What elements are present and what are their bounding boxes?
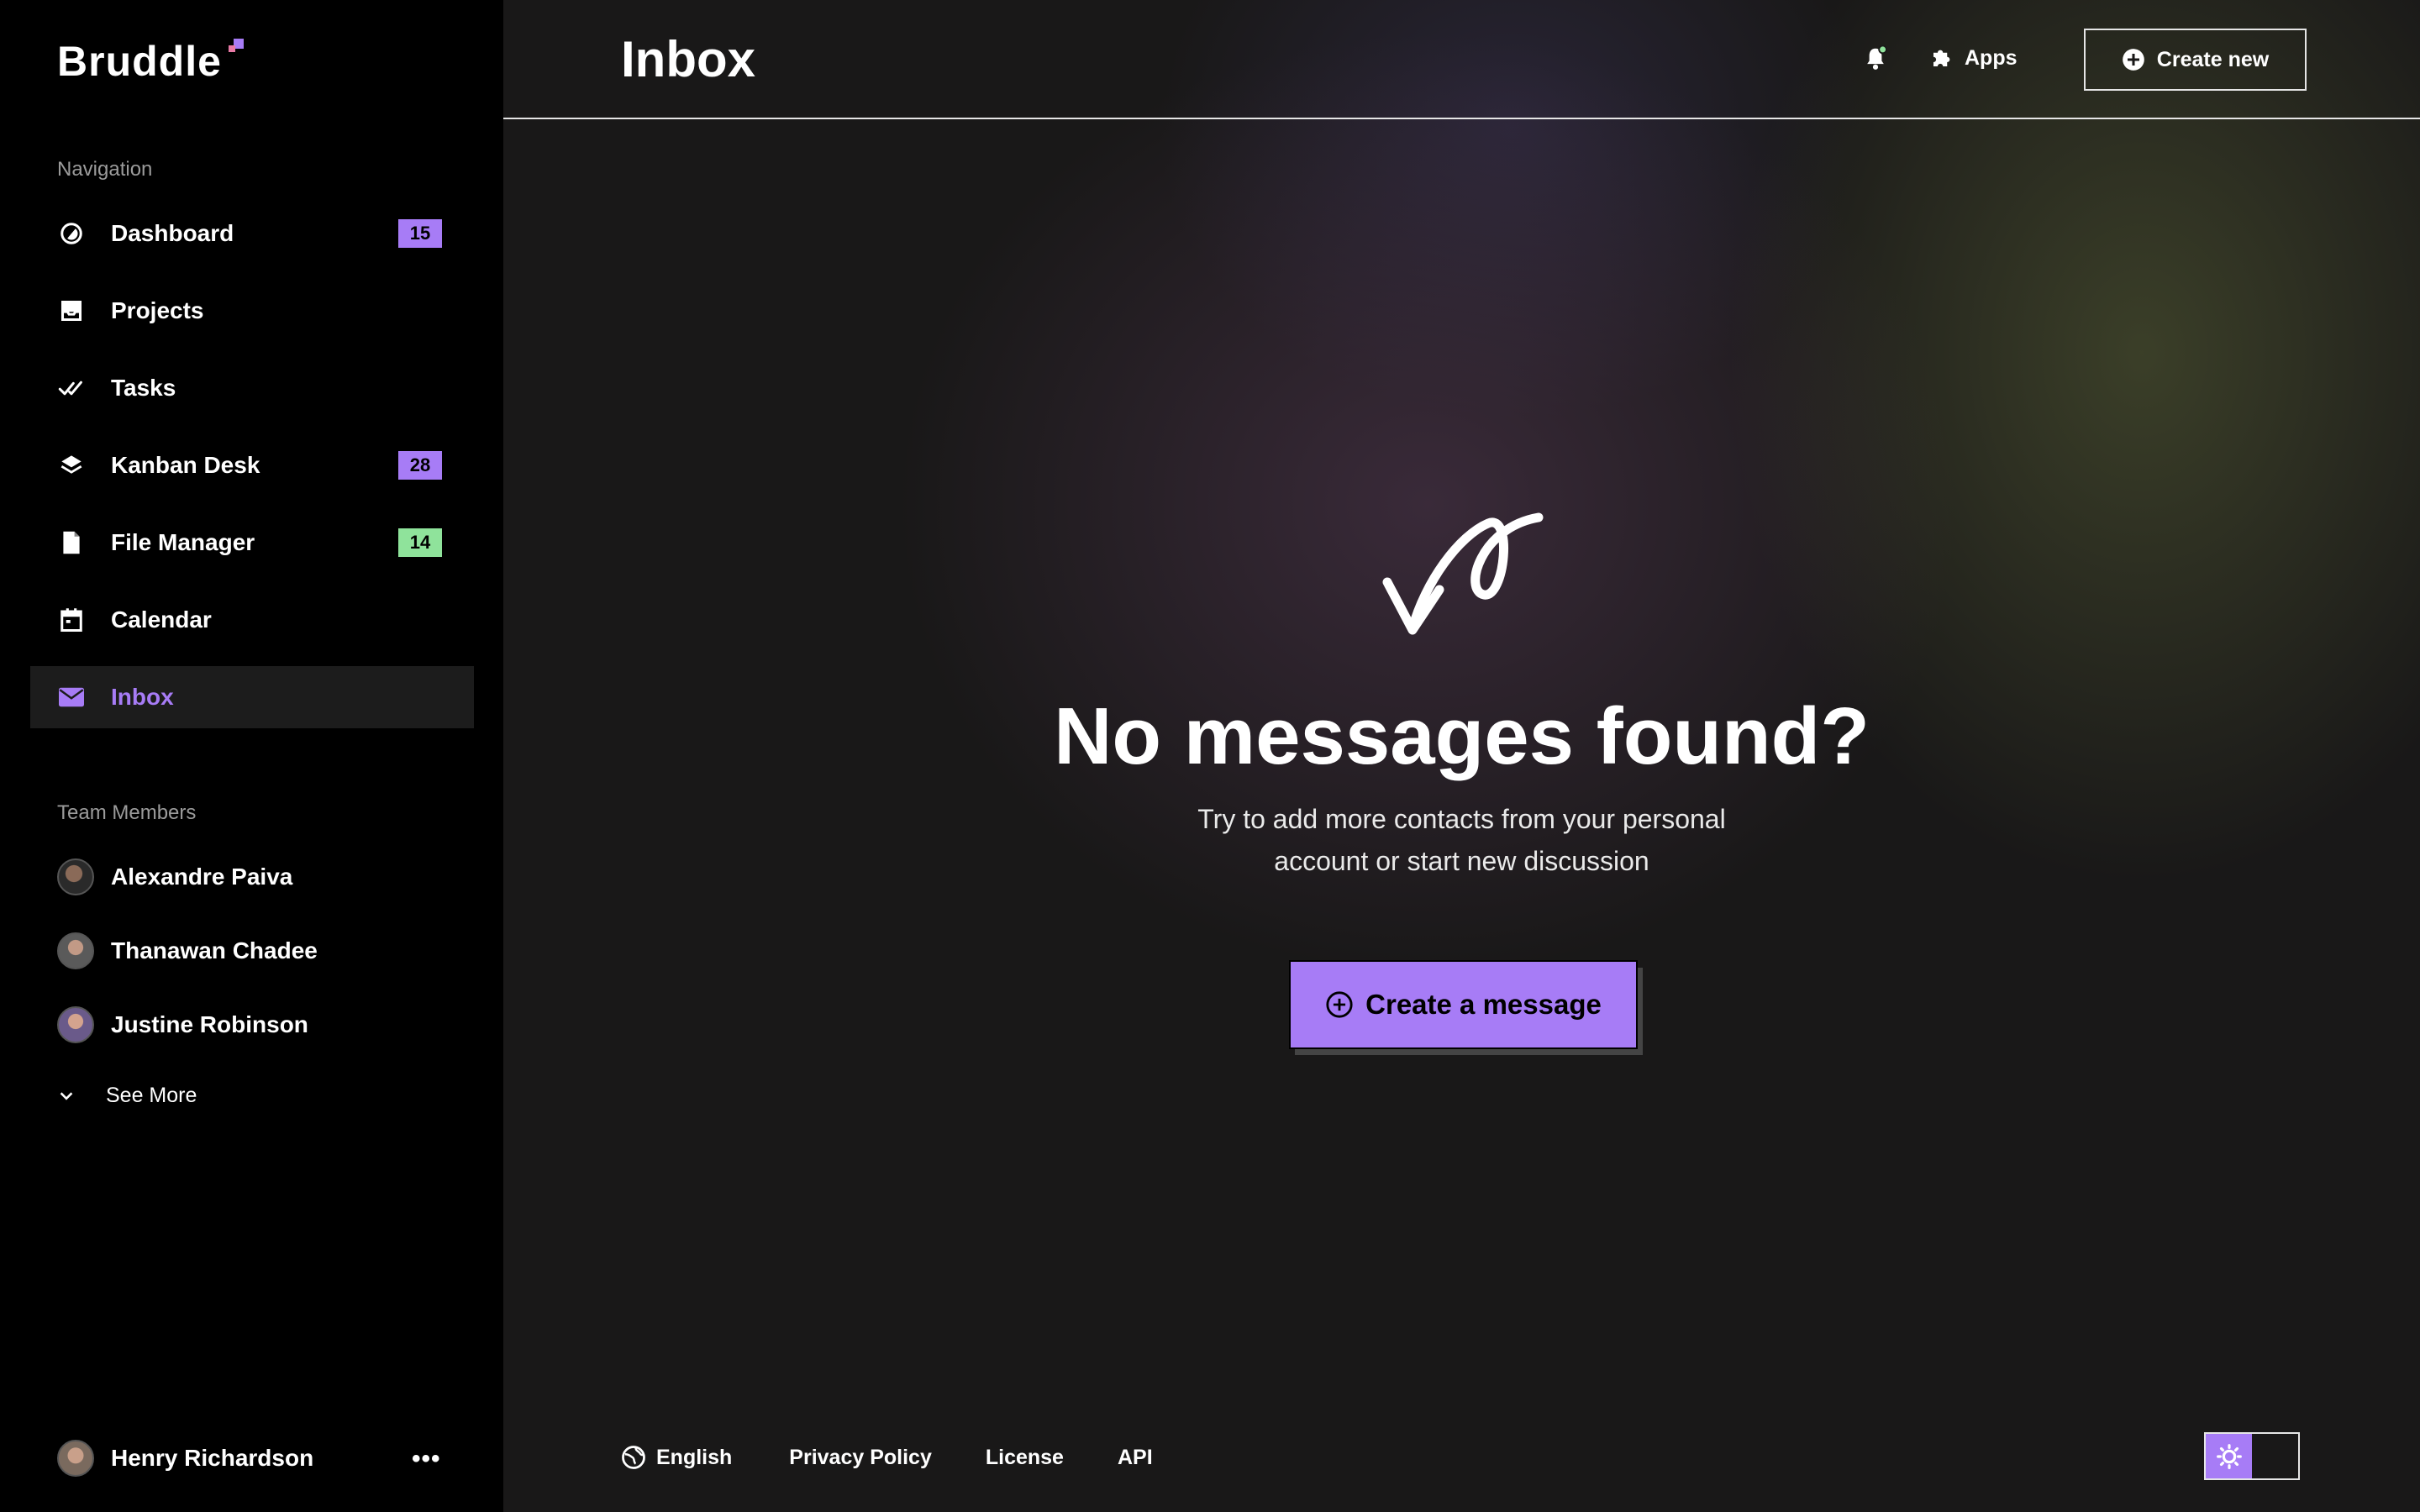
team-members-label: Team Members [57, 801, 197, 824]
sidebar-item-dashboard[interactable]: Dashboard 15 [30, 202, 474, 265]
kanban-count-badge: 28 [398, 451, 442, 480]
chevron-down-icon [60, 1091, 73, 1100]
current-user[interactable]: Henry Richardson [57, 1440, 313, 1477]
check-double-icon [57, 374, 86, 402]
dark-theme-option[interactable] [2252, 1434, 2298, 1478]
avatar [57, 932, 94, 969]
logo-mark-icon [229, 39, 247, 57]
team-member-alexandre-paiva[interactable]: Alexandre Paiva [57, 858, 292, 896]
puzzle-icon [1933, 50, 1950, 66]
member-name: Thanawan Chadee [111, 937, 318, 963]
projects-icon [57, 297, 86, 325]
license-link[interactable]: License [986, 1446, 1064, 1470]
file-icon [57, 528, 86, 557]
app-logo[interactable]: Bruddle [57, 37, 222, 86]
language-label: English [656, 1445, 733, 1469]
create-message-label: Create a message [1365, 989, 1602, 1020]
see-more-button[interactable]: See More [57, 1084, 197, 1108]
sidebar-item-label: Dashboard [111, 220, 234, 246]
avatar [57, 1440, 94, 1477]
avatar [57, 858, 94, 895]
navigation-label: Navigation [57, 158, 153, 181]
member-name: Justine Robinson [111, 1011, 308, 1037]
language-selector[interactable]: English [621, 1445, 732, 1470]
theme-toggle[interactable] [2204, 1432, 2300, 1480]
member-name: Alexandre Paiva [111, 864, 293, 890]
sidebar-item-label: Tasks [111, 375, 176, 401]
sun-icon [2216, 1443, 2242, 1469]
empty-state-subtitle: Try to add more contacts from your perso… [503, 798, 2420, 882]
notification-bell-icon[interactable] [1863, 45, 1891, 74]
plus-circle-icon [2122, 49, 2144, 71]
team-member-thanawan-chadee[interactable]: Thanawan Chadee [57, 932, 318, 970]
more-options-icon[interactable]: ••• [412, 1445, 441, 1473]
see-more-label: See More [106, 1084, 197, 1107]
privacy-policy-link[interactable]: Privacy Policy [789, 1446, 932, 1470]
apps-button[interactable]: Apps [1929, 45, 2018, 71]
dashboard-icon [57, 219, 86, 248]
empty-state-title: No messages found? [1054, 691, 1870, 781]
page-title: Inbox [621, 31, 755, 87]
empty-state-subtitle-line: account or start new discussion [1274, 846, 1649, 876]
sidebar-item-kanban-desk[interactable]: Kanban Desk 28 [30, 434, 474, 496]
footer: English Privacy Policy License API [621, 1445, 1153, 1470]
main-content: Inbox Apps Create new No messages found?… [503, 0, 2420, 1512]
create-new-button[interactable]: Create new [2084, 29, 2307, 91]
sidebar-item-label: Calendar [111, 606, 212, 633]
top-bar: Inbox Apps Create new [503, 0, 2420, 119]
empty-state-subtitle-line: Try to add more contacts from your perso… [1197, 804, 1726, 834]
curly-arrow-icon [1382, 512, 1544, 635]
dashboard-count-badge: 15 [398, 219, 442, 248]
sidebar-item-inbox[interactable]: Inbox [30, 666, 474, 728]
sidebar-item-label: File Manager [111, 529, 255, 555]
moon-icon [2273, 1446, 2283, 1467]
team-member-justine-robinson[interactable]: Justine Robinson [57, 1005, 308, 1044]
sidebar-item-label: Projects [111, 297, 204, 323]
mail-icon [57, 683, 86, 711]
create-new-label: Create new [2156, 47, 2270, 71]
current-user-name: Henry Richardson [111, 1445, 314, 1471]
sidebar-item-label: Kanban Desk [111, 452, 260, 478]
sidebar-item-calendar[interactable]: Calendar [30, 589, 474, 651]
avatar [57, 1006, 94, 1043]
apps-label: Apps [1965, 45, 2018, 70]
light-theme-option[interactable] [2206, 1434, 2252, 1478]
sidebar-item-projects[interactable]: Projects [30, 280, 474, 342]
sidebar-item-tasks[interactable]: Tasks [30, 357, 474, 419]
plus-circle-icon [1326, 991, 1353, 1018]
file-manager-count-badge: 14 [398, 528, 442, 557]
api-link[interactable]: API [1118, 1446, 1153, 1470]
layers-icon [57, 451, 86, 480]
sidebar-item-file-manager[interactable]: File Manager 14 [30, 512, 474, 574]
create-message-button[interactable]: Create a message [1289, 960, 1638, 1049]
calendar-icon [57, 606, 86, 634]
sidebar: Bruddle Navigation Dashboard 15 Projects… [0, 0, 503, 1512]
globe-icon [622, 1446, 645, 1469]
sidebar-item-label: Inbox [111, 684, 174, 710]
